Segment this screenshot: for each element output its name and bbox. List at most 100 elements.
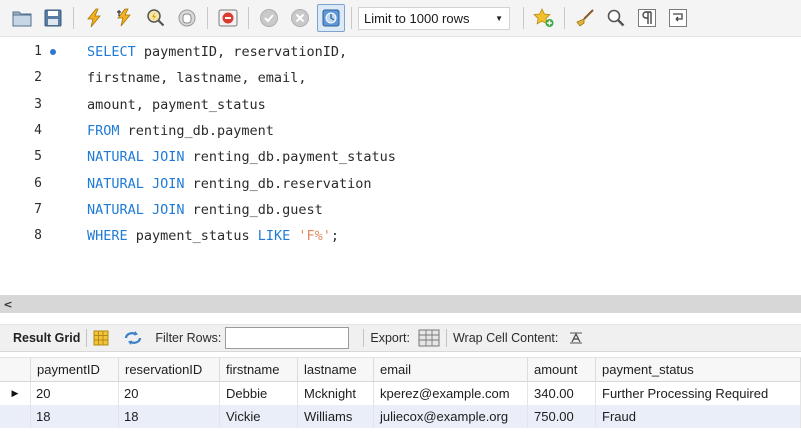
checkmark-circle-icon bbox=[260, 9, 278, 27]
code-line[interactable]: 4 FROM renting_db.payment bbox=[0, 118, 801, 144]
add-snippet-button[interactable] bbox=[530, 4, 558, 32]
result-grid-tab[interactable]: Result Grid bbox=[13, 331, 80, 345]
export-button[interactable] bbox=[418, 328, 440, 348]
x-circle-icon bbox=[291, 9, 309, 27]
table-cell[interactable]: 340.00 bbox=[528, 382, 596, 405]
code-text: FROM renting_db.payment bbox=[87, 118, 274, 144]
sql-keyword: WHERE bbox=[87, 228, 136, 245]
column-header[interactable]: lastname bbox=[298, 358, 374, 381]
pilcrow-icon bbox=[638, 9, 656, 27]
table-cell[interactable]: 18 bbox=[119, 405, 220, 428]
explain-button[interactable] bbox=[142, 4, 170, 32]
code-line[interactable]: 3 amount, payment_status bbox=[0, 92, 801, 118]
sql-token: ; bbox=[330, 228, 339, 245]
limit-rows-select[interactable]: Limit to 1000 rows ▼ bbox=[358, 6, 510, 30]
chevron-down-icon: ▼ bbox=[495, 13, 503, 23]
filter-rows-input[interactable] bbox=[225, 327, 350, 349]
column-header[interactable]: amount bbox=[528, 358, 596, 381]
table-cell[interactable]: Fraud bbox=[596, 405, 801, 428]
filter-rows-label: Filter Rows: bbox=[155, 331, 222, 345]
toolbar-separator bbox=[523, 7, 524, 29]
commit-button[interactable] bbox=[255, 4, 283, 32]
table-cell[interactable]: 20 bbox=[119, 382, 220, 405]
toggle-word-wrap-button[interactable] bbox=[664, 4, 692, 32]
table-cell[interactable]: Debbie bbox=[220, 382, 298, 405]
stop-query-button[interactable] bbox=[173, 4, 201, 32]
table-cell[interactable]: 18 bbox=[31, 405, 119, 428]
code-line[interactable]: 1 SELECT paymentID, reservationID, bbox=[0, 39, 801, 65]
table-cell[interactable]: Vickie bbox=[220, 405, 298, 428]
table-row[interactable]: 18 18 Vickie Williams juliecox@example.o… bbox=[0, 405, 801, 428]
table-cell[interactable]: Mcknight bbox=[298, 382, 374, 405]
folder-icon bbox=[12, 11, 32, 27]
column-header[interactable]: payment_status bbox=[596, 358, 801, 381]
code-line[interactable]: 2 firstname, lastname, email, bbox=[0, 65, 801, 91]
column-header[interactable]: reservationID bbox=[119, 358, 220, 381]
code-line[interactable]: 7 NATURAL JOIN renting_db.guest bbox=[0, 197, 801, 223]
toolbar-separator bbox=[564, 7, 565, 29]
sql-token: renting_db.payment bbox=[127, 122, 274, 139]
line-number: 2 bbox=[34, 70, 42, 86]
export-label: Export: bbox=[370, 331, 410, 345]
scroll-left-icon[interactable]: < bbox=[0, 295, 16, 313]
wrap-cell-content-label: Wrap Cell Content: bbox=[452, 331, 559, 345]
sql-token: renting_db.guest bbox=[192, 201, 323, 218]
toolbar-separator bbox=[248, 7, 249, 29]
column-header[interactable]: firstname bbox=[220, 358, 298, 381]
lightning-icon bbox=[87, 8, 101, 28]
table-cell[interactable]: juliecox@example.org bbox=[374, 405, 528, 428]
column-header[interactable]: paymentID bbox=[31, 358, 119, 381]
line-number: 8 bbox=[34, 228, 42, 244]
open-sql-file-button[interactable] bbox=[8, 4, 36, 32]
column-header[interactable]: email bbox=[374, 358, 528, 381]
sql-keyword: NATURAL JOIN bbox=[87, 175, 193, 192]
line-number: 3 bbox=[34, 96, 42, 112]
table-row[interactable]: ▶ 20 20 Debbie Mcknight kperez@example.c… bbox=[0, 382, 801, 405]
find-replace-button[interactable] bbox=[602, 4, 630, 32]
sql-token: renting_db.payment_status bbox=[192, 149, 396, 166]
wrap-cell-content-button[interactable] bbox=[568, 330, 584, 346]
grid-view-button[interactable] bbox=[93, 330, 109, 346]
statement-marker-icon bbox=[50, 49, 56, 55]
result-toolbar: Result Grid Filter Rows: Export: Wrap Ce… bbox=[0, 324, 801, 352]
row-indicator[interactable]: ▶ bbox=[0, 382, 31, 405]
code-line[interactable]: 6 NATURAL JOIN renting_db.reservation bbox=[0, 171, 801, 197]
save-sql-file-button[interactable] bbox=[39, 4, 67, 32]
row-header-corner bbox=[0, 358, 31, 381]
code-text: NATURAL JOIN renting_db.reservation bbox=[87, 171, 371, 197]
refresh-button[interactable] bbox=[123, 330, 143, 346]
toggle-invisible-chars-button[interactable] bbox=[633, 4, 661, 32]
toolbar-separator bbox=[363, 329, 365, 347]
sql-token: renting_db.reservation bbox=[192, 175, 372, 192]
table-cell[interactable]: 750.00 bbox=[528, 405, 596, 428]
beautify-sql-button[interactable] bbox=[571, 4, 599, 32]
table-cell[interactable]: Further Processing Required bbox=[596, 382, 801, 405]
editor-horizontal-scrollbar[interactable]: < bbox=[0, 295, 801, 313]
execute-all-button[interactable] bbox=[80, 4, 108, 32]
current-row-arrow-icon: ▶ bbox=[11, 388, 19, 398]
save-icon bbox=[44, 9, 62, 27]
sql-token: amount, payment_status bbox=[87, 96, 266, 113]
toolbar-separator bbox=[207, 7, 208, 29]
rollback-button[interactable] bbox=[286, 4, 314, 32]
sql-keyword: FROM bbox=[87, 122, 128, 139]
execute-current-statement-button[interactable] bbox=[111, 4, 139, 32]
sql-editor[interactable]: 1 SELECT paymentID, reservationID, 2 firstn… bbox=[0, 37, 801, 295]
toggle-stop-on-error-button[interactable] bbox=[214, 4, 242, 32]
code-text: SELECT paymentID, reservationID, bbox=[87, 39, 347, 65]
row-indicator[interactable] bbox=[0, 405, 31, 428]
code-line[interactable]: 8 WHERE payment_status LIKE 'F%'; bbox=[0, 223, 801, 249]
code-line[interactable]: 5 NATURAL JOIN renting_db.payment_status bbox=[0, 144, 801, 170]
table-cell[interactable]: 20 bbox=[31, 382, 119, 405]
stop-script-icon bbox=[218, 9, 238, 27]
sql-token: payment_status bbox=[135, 228, 258, 245]
toggle-autocommit-button[interactable] bbox=[317, 4, 345, 32]
table-cell[interactable]: kperez@example.com bbox=[374, 382, 528, 405]
line-number: 4 bbox=[34, 122, 42, 138]
line-number: 5 bbox=[34, 149, 42, 165]
text-wrap-icon bbox=[570, 332, 583, 344]
sql-token: paymentID, reservationID, bbox=[143, 44, 348, 60]
sql-keyword: SELECT bbox=[87, 44, 144, 60]
table-cell[interactable]: Williams bbox=[298, 405, 374, 428]
magnifier-icon bbox=[607, 9, 625, 27]
